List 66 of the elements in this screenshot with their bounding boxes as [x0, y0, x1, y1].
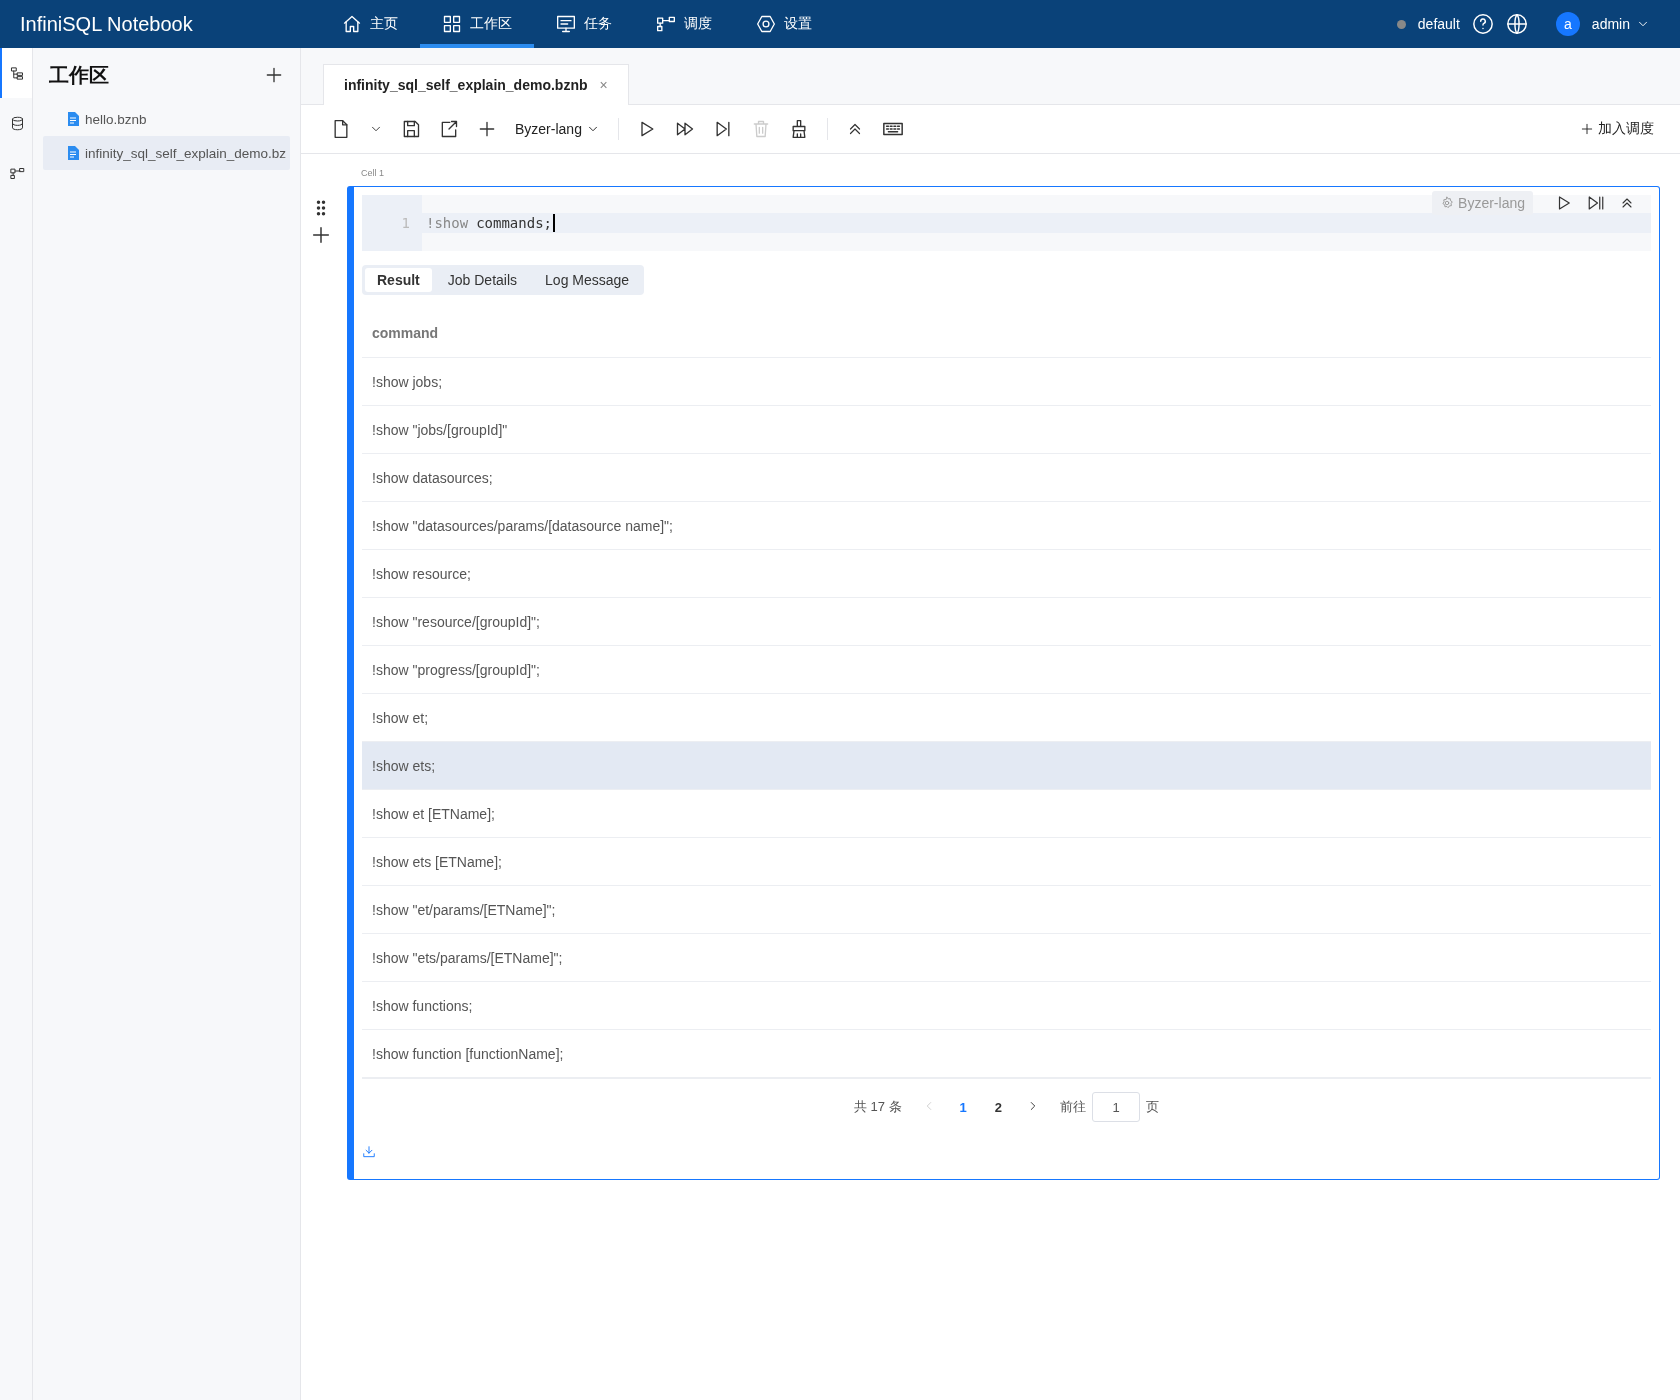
- table-cell: !show functions;: [362, 982, 1651, 1030]
- flowchart-icon: [9, 165, 25, 181]
- schedule-button[interactable]: 加入调度: [1574, 119, 1660, 139]
- globe-icon: [1505, 13, 1528, 35]
- grid-icon: [442, 14, 462, 34]
- table-cell: !show et [ETName];: [362, 790, 1651, 838]
- monitor-icon: [556, 14, 576, 34]
- nav-tab[interactable]: 任务: [534, 0, 634, 48]
- add-icon: [1580, 122, 1594, 136]
- page-suffix: 页: [1146, 1098, 1160, 1116]
- page-input[interactable]: 1: [1092, 1092, 1141, 1122]
- settings-icon: [756, 14, 776, 34]
- sidebar-title: 工作区: [49, 62, 109, 88]
- add-icon: [310, 224, 332, 246]
- document-icon: [67, 112, 79, 126]
- add-icon: [477, 119, 497, 139]
- line-number: 1: [401, 215, 410, 231]
- code-keyword: !show: [426, 215, 469, 231]
- table-cell: !show function [functionName];: [362, 1030, 1651, 1078]
- status-dot: [1396, 19, 1406, 29]
- table-cell: !show "jobs/[groupId]": [362, 406, 1651, 454]
- help-icon: [1471, 13, 1494, 35]
- table-cell: !show ets [ETName];: [362, 838, 1651, 886]
- table-cell: !show "resource/[groupId]";: [362, 598, 1651, 646]
- run-below-icon: [1587, 194, 1605, 212]
- close-button[interactable]: ×: [599, 77, 608, 93]
- app-title: InfiniSQL Notebook: [20, 12, 193, 35]
- table-cell: !show jobs;: [362, 358, 1651, 406]
- document-icon: [67, 146, 79, 160]
- table-cell: !show datasources;: [362, 454, 1651, 502]
- nav-tab[interactable]: 调度: [634, 0, 734, 48]
- table-cell: !show resource;: [362, 550, 1651, 598]
- page-button[interactable]: 2: [990, 1095, 1007, 1119]
- user-menu[interactable]: admin: [1591, 16, 1650, 32]
- flowchart-icon: [656, 14, 676, 34]
- table-cell: !show "et/params/[ETName]";: [362, 886, 1651, 934]
- editor-tab[interactable]: infinity_sql_self_explain_demo.bznb ×: [323, 64, 629, 105]
- save-icon: [401, 119, 421, 139]
- export-icon: [439, 119, 459, 139]
- add-icon: [264, 65, 284, 85]
- tab-title: infinity_sql_self_explain_demo.bznb: [344, 77, 588, 93]
- download-icon: [362, 1145, 376, 1159]
- table-cell: !show ets;: [362, 742, 1651, 790]
- total-count: 共 17 条: [853, 1098, 902, 1116]
- result-tab[interactable]: Job Details: [435, 268, 530, 292]
- column-header: command: [362, 309, 1651, 358]
- table-cell: !show "datasources/params/[datasource name]";: [362, 502, 1651, 550]
- file-item[interactable]: infinity_sql_self_explain_demo.bz: [43, 136, 290, 170]
- file-item[interactable]: hello.bznb: [43, 102, 290, 136]
- nav-tab[interactable]: 设置: [734, 0, 834, 48]
- tree-icon: [9, 65, 25, 81]
- language-select[interactable]: Byzer-lang: [515, 121, 600, 137]
- result-tab[interactable]: Log Message: [533, 268, 642, 292]
- table-cell: !show "ets/params/[ETName]";: [362, 934, 1651, 982]
- goto-label: 前往: [1060, 1098, 1087, 1116]
- nav-tab[interactable]: 主页: [320, 0, 420, 48]
- settings-icon: [1440, 196, 1455, 210]
- page-button[interactable]: 1: [955, 1095, 971, 1119]
- home-icon: [342, 14, 362, 34]
- workspace-name: default: [1417, 16, 1460, 32]
- result-tab[interactable]: Result: [365, 268, 432, 292]
- table-cell: !show "progress/[groupId]";: [362, 646, 1651, 694]
- code-text: commands;: [476, 215, 552, 231]
- database-icon: [9, 115, 25, 131]
- cell-label: Cell 1: [361, 168, 384, 178]
- user-avatar[interactable]: a: [1555, 12, 1580, 36]
